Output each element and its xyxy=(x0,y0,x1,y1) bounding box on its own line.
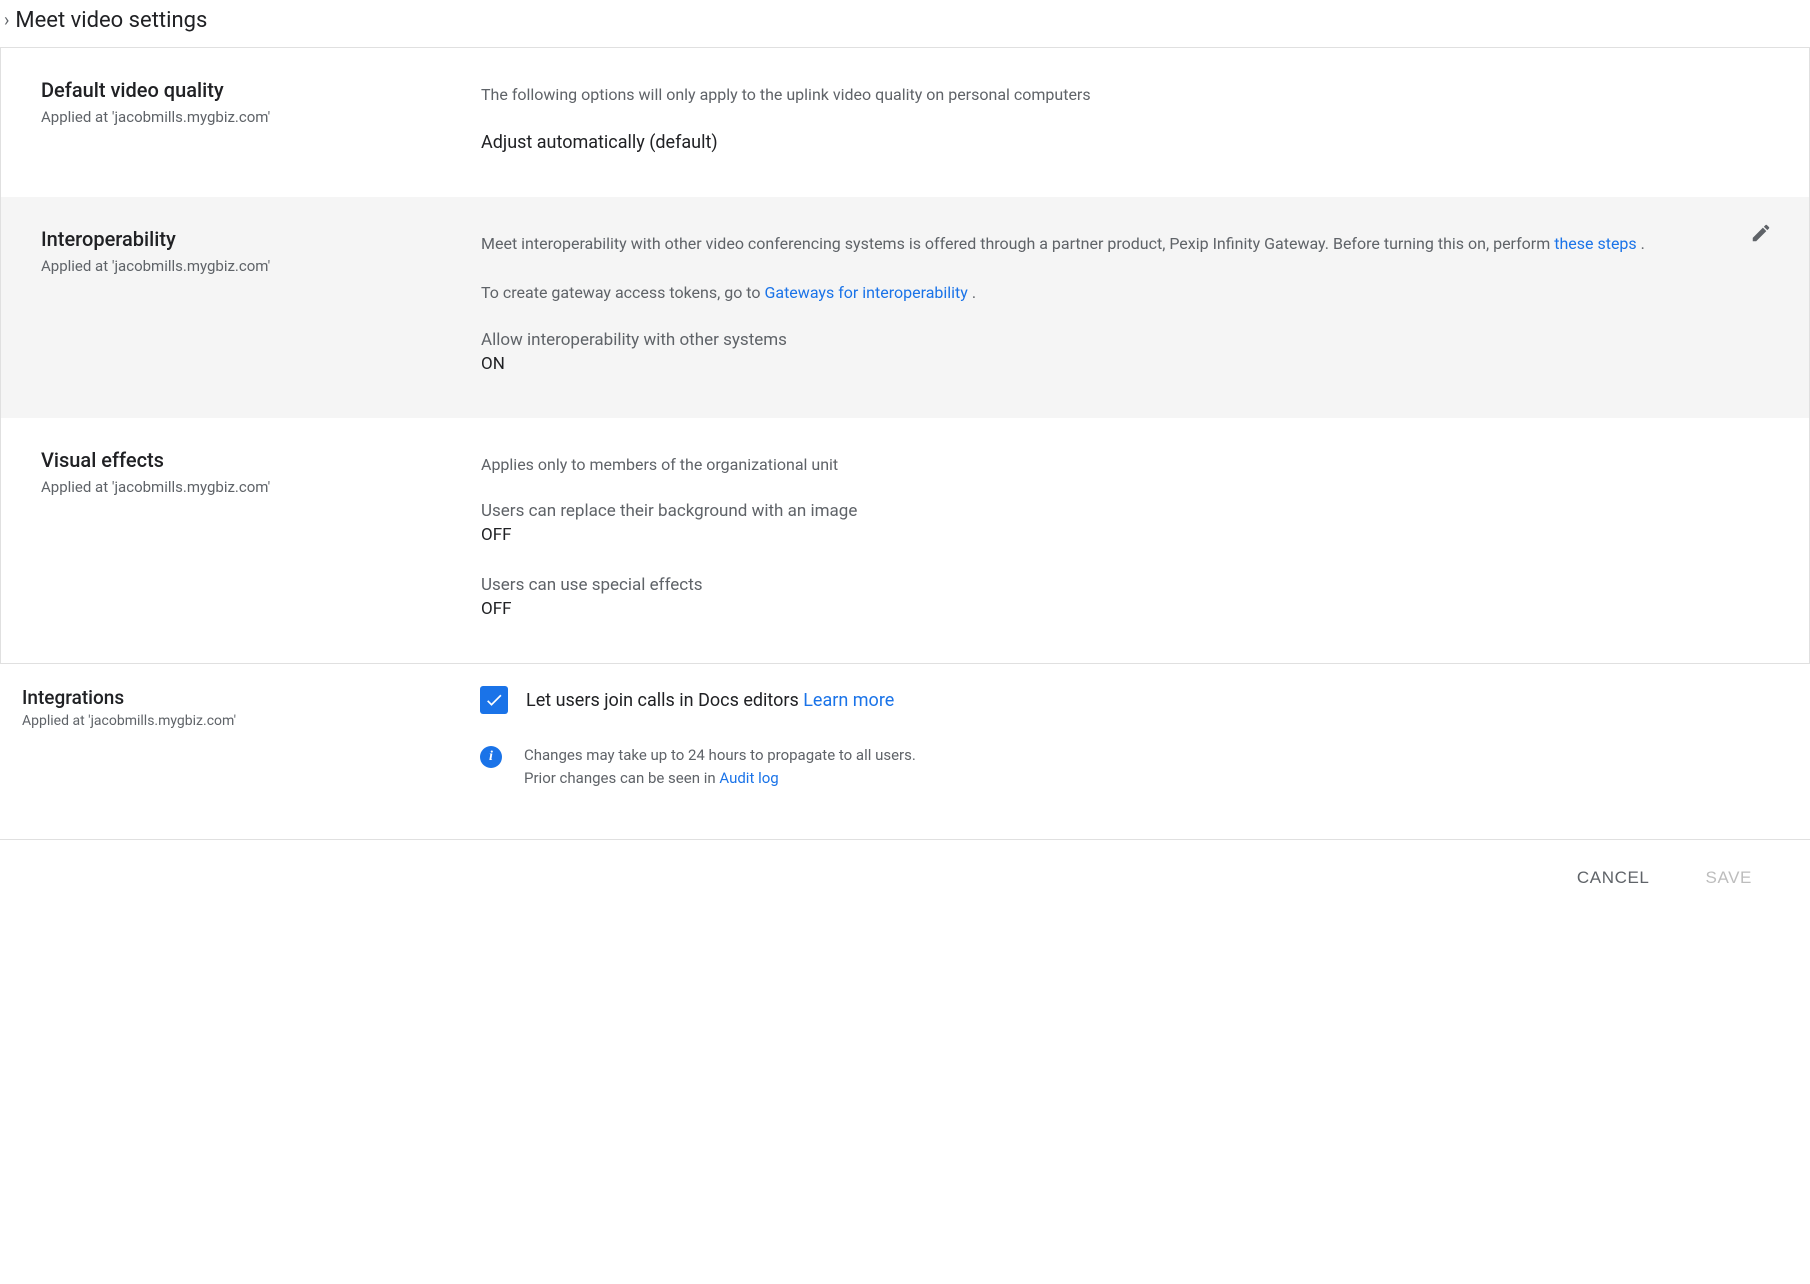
checkbox-row: Let users join calls in Docs editors Lea… xyxy=(480,686,1770,714)
checkbox-docs-editors[interactable] xyxy=(480,686,508,714)
section-integrations: Integrations Applied at 'jacobmills.mygb… xyxy=(0,664,1810,789)
section-title: Default video quality xyxy=(41,78,461,102)
setting-label: Users can replace their background with … xyxy=(481,501,1769,521)
chevron-right-icon: › xyxy=(4,10,9,31)
section-description: The following options will only apply to… xyxy=(481,82,1769,108)
checkbox-text: Let users join calls in Docs editors xyxy=(526,690,803,711)
section-description: Applies only to members of the organizat… xyxy=(481,452,1769,478)
section-title: Interoperability xyxy=(41,227,461,251)
link-learn-more[interactable]: Learn more xyxy=(803,690,894,711)
info-line1: Changes may take up to 24 hours to propa… xyxy=(524,746,916,764)
section-right: The following options will only apply to… xyxy=(481,78,1769,153)
info-text: Changes may take up to 24 hours to propa… xyxy=(524,744,916,789)
applied-label: Applied at 'jacobmills.mygbiz.com' xyxy=(22,713,480,729)
info-icon: i xyxy=(480,746,502,768)
link-gateways[interactable]: Gateways for interoperability xyxy=(764,283,967,302)
info-line2: Prior changes can be seen in xyxy=(524,769,719,787)
interop-desc-2: To create gateway access tokens, go to G… xyxy=(481,280,1769,306)
setting-block: Allow interoperability with other system… xyxy=(481,330,1769,374)
section-right: Meet interoperability with other video c… xyxy=(481,227,1769,374)
section-video-quality: Default video quality Applied at 'jacobm… xyxy=(1,48,1809,197)
check-icon xyxy=(484,690,504,710)
edit-button[interactable] xyxy=(1743,215,1779,251)
save-button[interactable]: SAVE xyxy=(1688,860,1771,896)
setting-block: Users can replace their background with … xyxy=(481,501,1769,545)
link-audit-log[interactable]: Audit log xyxy=(719,769,778,787)
pencil-icon xyxy=(1750,222,1772,244)
desc-text: To create gateway access tokens, go to xyxy=(481,283,764,302)
applied-label: Applied at 'jacobmills.mygbiz.com' xyxy=(41,478,461,496)
setting-label: Allow interoperability with other system… xyxy=(481,330,1769,350)
section-left: Interoperability Applied at 'jacobmills.… xyxy=(41,227,481,374)
cancel-button[interactable]: CANCEL xyxy=(1559,860,1668,896)
page-title: Meet video settings xyxy=(15,8,207,33)
footer: CANCEL SAVE xyxy=(0,840,1810,906)
applied-label: Applied at 'jacobmills.mygbiz.com' xyxy=(41,257,461,275)
section-left: Integrations Applied at 'jacobmills.mygb… xyxy=(22,686,480,789)
section-left: Default video quality Applied at 'jacobm… xyxy=(41,78,481,153)
link-these-steps[interactable]: these steps xyxy=(1554,234,1636,253)
setting-label: Users can use special effects xyxy=(481,575,1769,595)
page-header: › Meet video settings xyxy=(0,0,1810,48)
interop-desc-1: Meet interoperability with other video c… xyxy=(481,231,1769,257)
desc-text-end: . xyxy=(968,283,976,302)
setting-value: Adjust automatically (default) xyxy=(481,132,1769,153)
setting-value: OFF xyxy=(481,599,1769,619)
section-title: Visual effects xyxy=(41,448,461,472)
section-right: Let users join calls in Docs editors Lea… xyxy=(480,686,1770,789)
section-left: Visual effects Applied at 'jacobmills.my… xyxy=(41,448,481,620)
applied-label: Applied at 'jacobmills.mygbiz.com' xyxy=(41,108,461,126)
section-title: Integrations xyxy=(22,686,480,709)
section-right: Applies only to members of the organizat… xyxy=(481,448,1769,620)
info-row: i Changes may take up to 24 hours to pro… xyxy=(480,744,1770,789)
settings-panel: Default video quality Applied at 'jacobm… xyxy=(0,48,1810,664)
section-visual-effects: Visual effects Applied at 'jacobmills.my… xyxy=(1,418,1809,664)
desc-text: Meet interoperability with other video c… xyxy=(481,234,1554,253)
section-interoperability: Interoperability Applied at 'jacobmills.… xyxy=(1,197,1809,418)
setting-value: ON xyxy=(481,354,1769,374)
setting-block: Users can use special effects OFF xyxy=(481,575,1769,619)
desc-text-end: . xyxy=(1637,234,1645,253)
setting-value: OFF xyxy=(481,525,1769,545)
checkbox-label: Let users join calls in Docs editors Lea… xyxy=(526,690,894,711)
